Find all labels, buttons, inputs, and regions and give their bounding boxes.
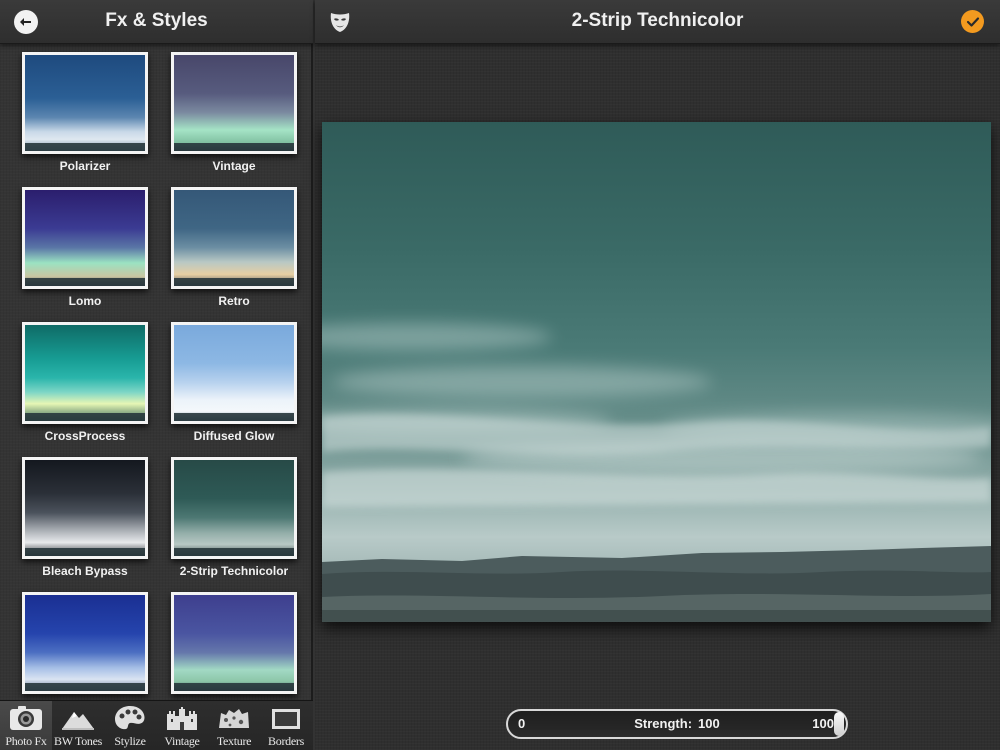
frame-icon — [272, 709, 300, 729]
slider-max-label: 100 — [812, 716, 834, 731]
texture-icon — [219, 709, 249, 728]
effect-tile[interactable]: Polarizer — [22, 52, 148, 173]
tab-photo-fx[interactable]: Photo Fx — [0, 701, 52, 750]
effect-thumbnail — [171, 322, 297, 424]
effect-label: 2-Strip Technicolor — [179, 564, 289, 578]
effect-label: Bleach Bypass — [42, 564, 128, 578]
mountain-icon — [62, 712, 94, 730]
checkmark-icon — [966, 16, 979, 27]
palette-icon — [115, 706, 145, 730]
tab-label: Texture — [216, 734, 252, 748]
tab-texture[interactable]: Texture — [208, 701, 260, 750]
castle-icon — [167, 707, 197, 730]
effect-label: Vintage — [212, 159, 256, 173]
effect-thumbnail — [22, 52, 148, 154]
effect-label: Lomo — [68, 294, 102, 308]
effect-tile[interactable]: Lomo — [22, 187, 148, 308]
effects-sidebar: Fx & Styles Polarizer Vintage Lomo Retro Cro… — [0, 0, 313, 750]
effect-thumbnail — [22, 187, 148, 289]
effect-thumbnail — [171, 52, 297, 154]
effect-tile[interactable]: Vintage — [171, 52, 297, 173]
effect-tile[interactable] — [171, 592, 297, 694]
strength-label: Strength: — [634, 716, 693, 731]
sidebar-title: Fx & Styles — [105, 10, 208, 31]
effect-tile[interactable]: Retro — [171, 187, 297, 308]
effect-tile[interactable] — [22, 592, 148, 694]
effect-thumbnail — [171, 592, 297, 694]
category-tab-bar: Photo Fx BW Tones Stylize Vintage Textur… — [0, 700, 313, 750]
effect-label: CrossProcess — [44, 429, 126, 443]
effect-tile[interactable]: Diffused Glow — [171, 322, 297, 443]
slider-caption: Strength: 100 — [508, 716, 846, 731]
tab-label: Stylize — [114, 734, 146, 748]
tab-label: BW Tones — [54, 734, 102, 748]
tab-label: Vintage — [164, 734, 200, 748]
slider-thumb[interactable] — [834, 712, 844, 736]
main-header: 2-Strip Technicolor — [315, 0, 1000, 44]
effect-tile[interactable]: Bleach Bypass — [22, 457, 148, 578]
tab-vintage[interactable]: Vintage — [156, 701, 208, 750]
effect-title: 2-Strip Technicolor — [571, 10, 744, 31]
tab-borders[interactable]: Borders — [260, 701, 312, 750]
effect-thumbnail — [22, 322, 148, 424]
strength-value: 100 — [698, 716, 720, 731]
effect-tile[interactable]: CrossProcess — [22, 322, 148, 443]
app-root: Fx & Styles Polarizer Vintage Lomo Retro Cro… — [0, 0, 1000, 750]
effect-thumbnail — [22, 457, 148, 559]
effect-thumbnail — [171, 187, 297, 289]
landscape-preview — [322, 323, 991, 622]
effect-tile[interactable]: 2-Strip Technicolor — [171, 457, 297, 578]
preview-photo — [322, 122, 991, 622]
tab-label: Borders — [268, 734, 304, 748]
tab-bw-tones[interactable]: BW Tones — [52, 701, 104, 750]
tab-stylize[interactable]: Stylize — [104, 701, 156, 750]
tab-label: Photo Fx — [5, 734, 47, 748]
effect-thumbnail — [22, 592, 148, 694]
preview-area: 2-Strip Technicolor 0 Strength: 100 100 — [315, 0, 1000, 750]
effect-label: Diffused Glow — [193, 429, 275, 443]
effect-label: Retro — [218, 294, 250, 308]
strength-slider[interactable]: 0 Strength: 100 100 — [506, 709, 848, 739]
camera-icon — [10, 706, 42, 730]
apply-button[interactable] — [961, 10, 984, 33]
sidebar-header: Fx & Styles — [0, 0, 313, 44]
effect-thumbnail — [171, 457, 297, 559]
effects-grid: Polarizer Vintage Lomo Retro CrossProcess Dif… — [0, 44, 313, 700]
effect-label: Polarizer — [59, 159, 111, 173]
